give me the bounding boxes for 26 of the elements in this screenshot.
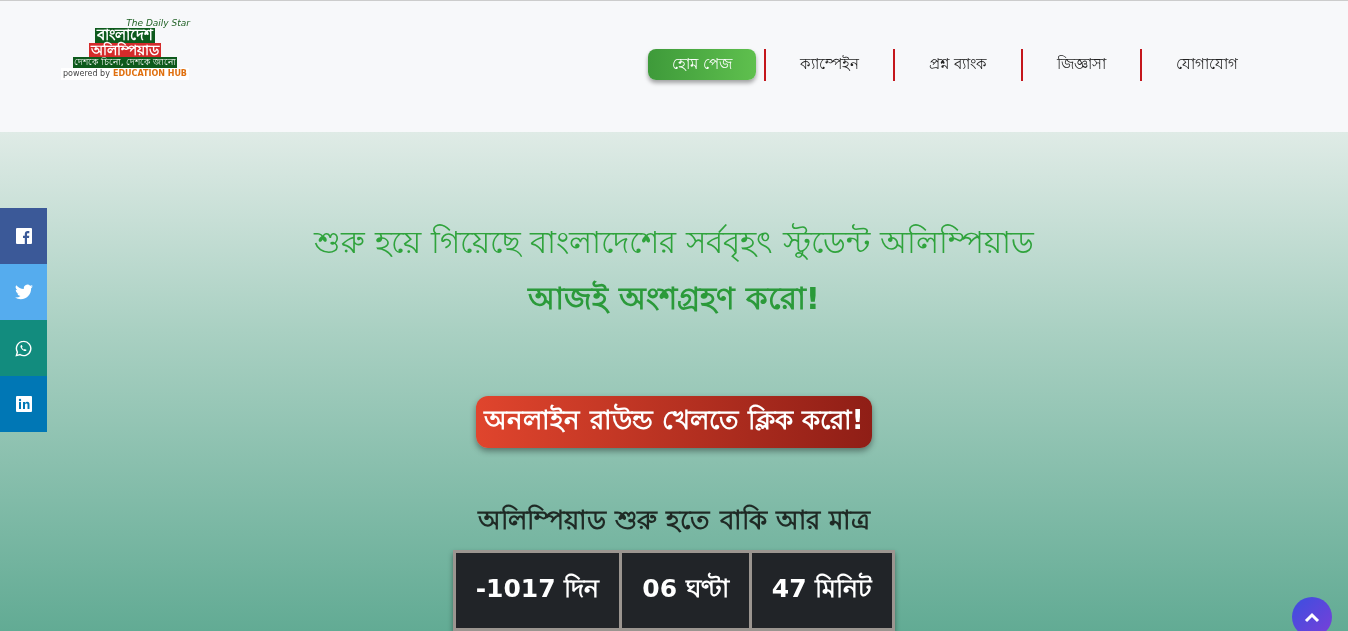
partner-name: EDUCATION HUB — [112, 70, 187, 78]
countdown-cell: 06 ঘণ্টা — [622, 553, 749, 628]
facebook-icon — [15, 228, 32, 244]
linkedin-icon — [15, 396, 32, 412]
bird-icon — [14, 284, 33, 300]
subheadline: আজই অংশগ্রহণ করো! — [528, 279, 820, 318]
online-round-button[interactable]: অনলাইন রাউন্ড খেলতে ক্লিক করো! — [476, 396, 872, 448]
logo[interactable]: The Daily Star বাংলাদেশ অলিম্পিয়াড দেশকে চিনো, দেশকে জানো powered by EDUCATION HUB — [60, 19, 190, 80]
logo-brand: The Daily Star — [126, 19, 190, 28]
facebook-button[interactable] — [0, 208, 47, 264]
whatsapp-button[interactable] — [0, 320, 47, 376]
nav-link[interactable]: যোগাযোগ — [1142, 48, 1272, 81]
nav-link[interactable]: ক্যাম্পেইন — [766, 48, 894, 81]
countdown-title: অলিম্পিয়াড শুরু হতে বাকি আর মাত্র — [478, 503, 870, 537]
logo-tagline: দেশকে চিনো, দেশকে জানো — [72, 57, 178, 68]
powered-by-text: powered by — [63, 70, 110, 78]
phone-bubble-icon — [15, 339, 32, 357]
linkedin-button[interactable] — [0, 376, 47, 432]
chevron-up-icon — [1304, 611, 1320, 623]
countdown-cell: 47 মিনিট — [751, 553, 893, 628]
nav-link[interactable]: জিজ্ঞাসা — [1023, 48, 1140, 81]
logo-title: বাংলাদেশ — [95, 28, 155, 43]
scroll-top-button[interactable] — [1292, 597, 1332, 631]
headline: শুরু হয়ে গিয়েছে বাংলাদেশের সর্ববৃহৎ স্টুডেন্ট অলিম্পিয়াড — [313, 222, 1035, 264]
countdown-cell: -1017 দিন — [455, 553, 620, 628]
nav-link[interactable]: প্রশ্ন ব্যাংক — [895, 48, 1021, 81]
